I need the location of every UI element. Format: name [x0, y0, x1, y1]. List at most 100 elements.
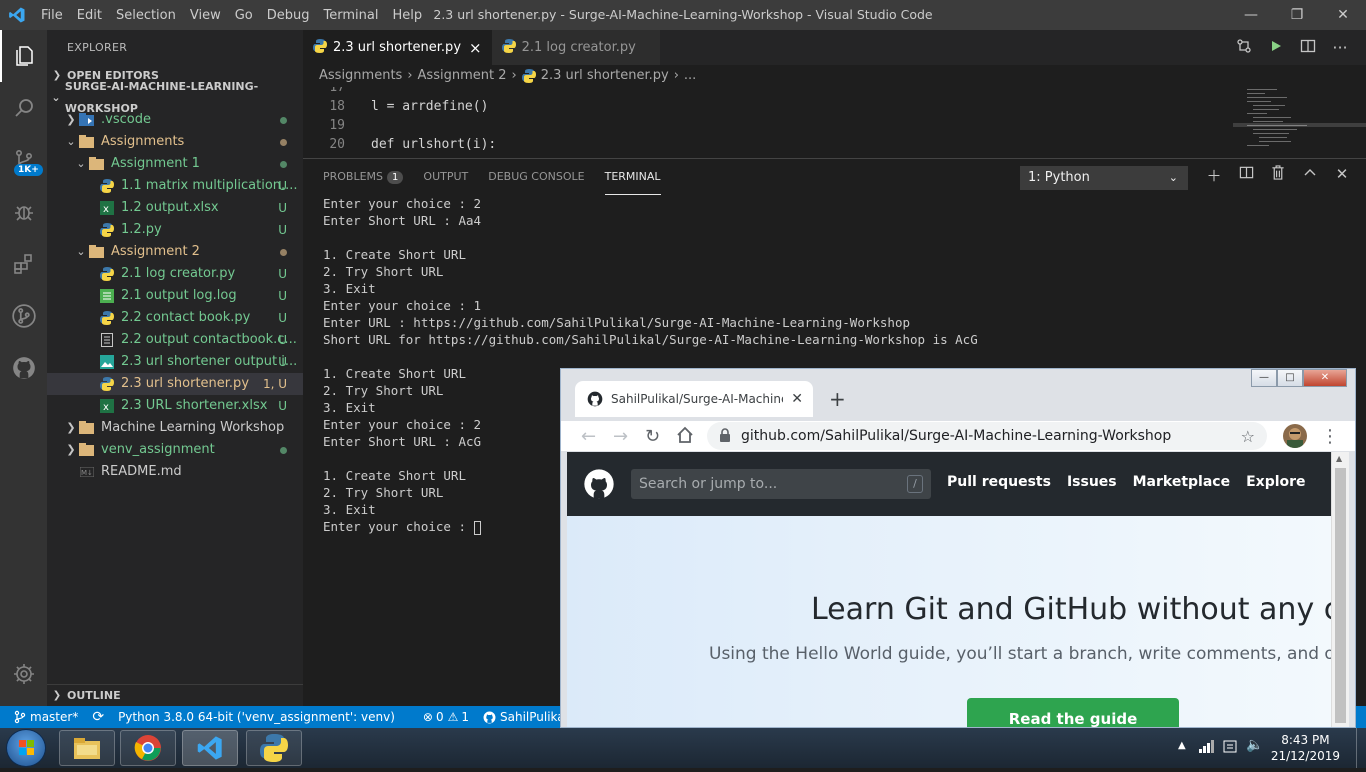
- run-icon[interactable]: [1260, 39, 1292, 57]
- tab-output[interactable]: OUTPUT: [423, 159, 468, 195]
- tree-folder-venv[interactable]: ❯ venv_assignment: [47, 439, 303, 461]
- breadcrumb-item[interactable]: 2.3 url shortener.py: [541, 66, 669, 86]
- tree-file[interactable]: x 1.2 output.xlsx U: [47, 197, 303, 219]
- scroll-up-icon[interactable]: ▲: [1336, 454, 1342, 463]
- compare-changes-icon[interactable]: [1228, 38, 1260, 58]
- home-icon[interactable]: [676, 426, 694, 448]
- address-bar[interactable]: github.com/SahilPulikal/Surge-AI-Machine…: [707, 422, 1267, 450]
- menu-terminal[interactable]: Terminal: [317, 8, 386, 23]
- restore-icon[interactable]: □: [1277, 369, 1303, 387]
- file-explorer-icon[interactable]: [59, 730, 115, 766]
- tree-file-selected[interactable]: 2.3 url shortener.py 1, U: [47, 373, 303, 395]
- menu-help[interactable]: Help: [385, 8, 429, 23]
- new-terminal-icon[interactable]: ＋: [1198, 165, 1230, 186]
- tab-debug-console[interactable]: DEBUG CONSOLE: [488, 159, 584, 195]
- python-interpreter[interactable]: Python 3.8.0 64-bit ('venv_assignment': …: [118, 710, 395, 724]
- close-tab-icon[interactable]: ×: [469, 39, 482, 57]
- minimize-icon[interactable]: —: [1251, 369, 1277, 387]
- tray-expand-icon[interactable]: ▲: [1178, 740, 1186, 751]
- explorer-icon[interactable]: [0, 30, 47, 82]
- git-graph-icon[interactable]: [0, 290, 47, 342]
- problems-status[interactable]: ⊗ 0 ⚠ 1: [409, 710, 469, 724]
- python-idle-icon[interactable]: [246, 730, 302, 766]
- branch-status[interactable]: master*: [14, 710, 78, 724]
- chrome-menu-icon[interactable]: ⋮: [1321, 426, 1339, 447]
- menu-file[interactable]: File: [34, 8, 70, 23]
- github-user[interactable]: SahilPulikal: [483, 710, 568, 724]
- close-icon[interactable]: ✕: [1320, 0, 1366, 30]
- split-terminal-icon[interactable]: [1230, 165, 1262, 186]
- read-guide-button[interactable]: Read the guide: [967, 698, 1179, 727]
- tree-folder-assignments[interactable]: ⌄ Assignments: [47, 131, 303, 153]
- trash-icon[interactable]: [1262, 165, 1294, 186]
- more-actions-icon[interactable]: ···: [1324, 38, 1356, 57]
- breadcrumb-item[interactable]: Assignment 2: [418, 66, 507, 86]
- tab-log-creator[interactable]: 2.1 log creator.py: [491, 30, 660, 65]
- terminal-select[interactable]: 1: Python ⌄: [1020, 166, 1188, 190]
- show-desktop-button[interactable]: [1356, 728, 1366, 768]
- tree-file[interactable]: 2.3 url shortener output i... U: [47, 351, 303, 373]
- menu-view[interactable]: View: [183, 8, 228, 23]
- tree-file[interactable]: 1.2.py U: [47, 219, 303, 241]
- tree-file[interactable]: 2.1 output log.log U: [47, 285, 303, 307]
- network-icon[interactable]: [1198, 738, 1216, 758]
- chrome-icon[interactable]: [120, 730, 176, 766]
- tree-folder-assignment-1[interactable]: ⌄ Assignment 1: [47, 153, 303, 175]
- tree-file[interactable]: 2.1 log creator.py U: [47, 263, 303, 285]
- tab-terminal[interactable]: TERMINAL: [604, 159, 661, 195]
- nav-issues[interactable]: Issues: [1067, 474, 1117, 490]
- breadcrumb-item[interactable]: Assignments: [319, 66, 402, 86]
- scrollbar[interactable]: ▲: [1331, 452, 1349, 727]
- tree-file[interactable]: 2.2 output contactbook.c... U: [47, 329, 303, 351]
- start-button[interactable]: [6, 729, 46, 767]
- menu-selection[interactable]: Selection: [109, 8, 183, 23]
- star-icon[interactable]: ☆: [1241, 427, 1255, 446]
- volume-icon[interactable]: 🔈: [1246, 737, 1263, 753]
- breadcrumb-item[interactable]: ...: [684, 66, 696, 86]
- workspace-header[interactable]: ⌄ SURGE-AI-MACHINE-LEARNING-WORKSHOP: [47, 80, 303, 115]
- maximize-panel-icon[interactable]: [1294, 165, 1326, 186]
- tree-file[interactable]: M↓ README.md: [47, 461, 303, 483]
- tree-file[interactable]: x 2.3 URL shortener.xlsx U: [47, 395, 303, 417]
- tree-folder-vscode[interactable]: ❯ .vscode: [47, 109, 303, 131]
- back-icon[interactable]: ←: [581, 426, 596, 447]
- menu-go[interactable]: Go: [228, 8, 260, 23]
- github-icon[interactable]: [0, 342, 47, 394]
- tree-file[interactable]: 1.1 matrix multiplication.... U: [47, 175, 303, 197]
- tab-url-shortener[interactable]: 2.3 url shortener.py ×: [303, 30, 492, 65]
- avatar[interactable]: [1283, 424, 1307, 448]
- tree-folder-ml-workshop[interactable]: ❯ Machine Learning Workshop: [47, 417, 303, 439]
- clock[interactable]: 8:43 PM 21/12/2019: [1271, 732, 1340, 764]
- settings-gear-icon[interactable]: [0, 662, 47, 690]
- vscode-taskbar-icon[interactable]: [182, 730, 238, 766]
- extensions-icon[interactable]: [0, 238, 47, 290]
- new-tab-icon[interactable]: +: [829, 387, 846, 411]
- outline-header[interactable]: ❯ OUTLINE: [47, 684, 303, 706]
- action-center-icon[interactable]: [1222, 738, 1238, 758]
- menu-edit[interactable]: Edit: [70, 8, 109, 23]
- tree-folder-assignment-2[interactable]: ⌄ Assignment 2: [47, 241, 303, 263]
- nav-pull-requests[interactable]: Pull requests: [947, 474, 1051, 490]
- scrollbar-thumb[interactable]: [1335, 468, 1346, 723]
- menu-debug[interactable]: Debug: [260, 8, 317, 23]
- nav-marketplace[interactable]: Marketplace: [1133, 474, 1230, 490]
- minimize-icon[interactable]: —: [1228, 0, 1274, 30]
- github-search-input[interactable]: Search or jump to... /: [631, 469, 931, 499]
- nav-explore[interactable]: Explore: [1246, 474, 1305, 490]
- restore-icon[interactable]: ❐: [1274, 0, 1320, 30]
- close-tab-icon[interactable]: ✕: [791, 391, 803, 407]
- search-icon[interactable]: [0, 82, 47, 134]
- source-control-icon[interactable]: 1K+: [0, 134, 47, 186]
- tab-problems[interactable]: PROBLEMS 1: [323, 159, 404, 195]
- split-editor-icon[interactable]: [1292, 38, 1324, 58]
- forward-icon[interactable]: →: [613, 426, 628, 447]
- close-icon[interactable]: ✕: [1303, 369, 1347, 387]
- github-logo-icon[interactable]: [583, 468, 615, 504]
- chrome-tab[interactable]: SahilPulikal/Surge-AI-Machine-Le ✕: [575, 381, 813, 417]
- sync-icon[interactable]: ⟳: [92, 709, 104, 725]
- tree-file[interactable]: 2.2 contact book.py U: [47, 307, 303, 329]
- debug-icon[interactable]: [0, 186, 47, 238]
- code-editor[interactable]: 17 18 l = arrdefine() 19 20 def urlshort…: [303, 87, 1233, 158]
- minimap[interactable]: [1233, 87, 1366, 158]
- reload-icon[interactable]: ↻: [645, 426, 660, 447]
